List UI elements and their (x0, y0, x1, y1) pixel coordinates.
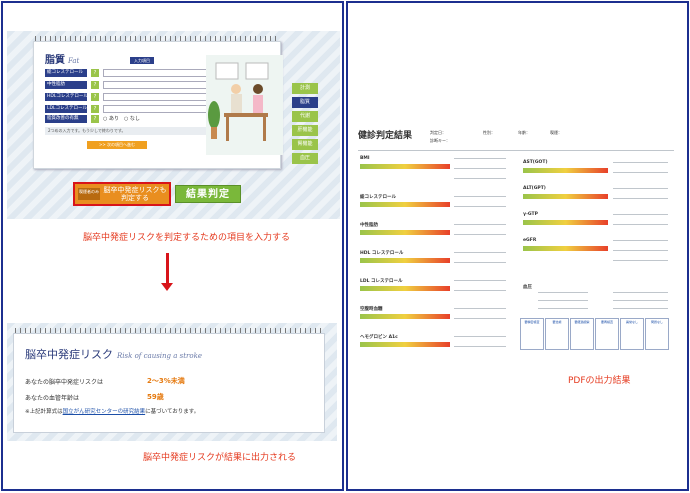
pdf-section-alt: ALT(GPT) (523, 186, 546, 191)
hdl-input[interactable] (103, 93, 208, 101)
vascular-age-label: あなたの血管年齢は (25, 395, 80, 402)
pdf-section-hdl: HDL コレステロール (360, 251, 404, 256)
improvement-radio-group[interactable]: ○ あり ○ なし (103, 115, 140, 122)
pdf-judgement-boxes: 要精密検査 要治療 要経過観察 要再検査 異常なし 問題なし (520, 318, 670, 353)
progress-note: 2つめの入力です。もう少しで終わりです。 (45, 127, 220, 135)
pdf-section-ldl: LDL コレステロール (360, 279, 403, 284)
pdf-section-gtp: γ-GTP (523, 212, 538, 217)
ldl-input[interactable] (103, 105, 208, 113)
form-title: 脂質 Fat (45, 55, 80, 66)
pdf-section-glucose: 空腹時血糖 (360, 307, 383, 312)
help-icon[interactable]: ? (91, 93, 99, 101)
tab-measure[interactable]: 計測 (292, 83, 318, 94)
input-items-button[interactable]: 入力項目 (130, 57, 154, 64)
risk-value: 2～3%未満 (147, 377, 185, 385)
pdf-section-egfr: eGFR (523, 238, 537, 243)
consultation-illustration (206, 55, 283, 155)
help-icon[interactable]: ? (91, 81, 99, 89)
help-icon[interactable]: ? (91, 69, 99, 77)
source-note: ※上記計算式は国立がん研究センターの研究結果に基づいております。 (25, 409, 200, 415)
caption-pdf: PDFの出力結果 (568, 376, 631, 386)
source-link[interactable]: 国立がん研究センターの研究結果 (63, 409, 146, 415)
down-arrow-icon (161, 253, 173, 291)
tab-metabolism[interactable]: 代謝 (292, 111, 318, 122)
tab-kidney[interactable]: 腎機能 (292, 139, 318, 150)
tab-blood-pressure[interactable]: 血圧 (292, 153, 318, 164)
help-icon[interactable]: ? (91, 115, 99, 123)
pdf-section-triglyceride: 中性脂肪 (360, 223, 378, 228)
caption-output: 脳卒中発症リスクが結果に出力される (143, 453, 297, 463)
left-panel: 脂質Fat 入力項目 総コレステロール ? mg/dl 中性脂肪 ? mg/dl… (1, 1, 344, 491)
risk-label: あなたの脳卒中発症リスクは (25, 379, 104, 386)
pdf-title: 健診判定結果 (358, 131, 413, 141)
pdf-document: 健診判定結果 判定日： 性別： 年齢： 喫煙： 診断キー： BMI 総コレステロ… (358, 128, 674, 358)
stroke-risk-button[interactable]: 喫煙者のみ 脳卒中発症リスクも判定する (73, 182, 171, 206)
triglyceride-input[interactable] (103, 81, 208, 89)
help-icon[interactable]: ? (91, 105, 99, 113)
pdf-section-total-cholesterol: 総コレステロール (360, 195, 396, 200)
judge-result-button[interactable]: 結果判定 (175, 185, 241, 203)
caption-input: 脳卒中発症リスクを判定するための項目を入力する (83, 233, 291, 243)
pdf-section-blood-pressure: 血圧 (523, 285, 532, 290)
result-title: 脳卒中発症リスク Risk of causing a stroke (25, 348, 202, 361)
total-cholesterol-input[interactable] (103, 69, 208, 77)
tab-liver[interactable]: 肝機能 (292, 125, 318, 136)
tab-lipid[interactable]: 脂質 (292, 97, 318, 108)
next-item-button[interactable]: >> 次の項目へ進む (87, 141, 147, 149)
category-tabs: 計測 脂質 代謝 肝機能 腎機能 血圧 (292, 83, 318, 167)
pdf-section-hba1c: ヘモグロビン A1c (360, 335, 398, 340)
pdf-section-ast: AST(GOT) (523, 160, 548, 165)
pdf-section-bmi: BMI (360, 156, 370, 161)
vascular-age-value: 59歳 (147, 393, 164, 401)
